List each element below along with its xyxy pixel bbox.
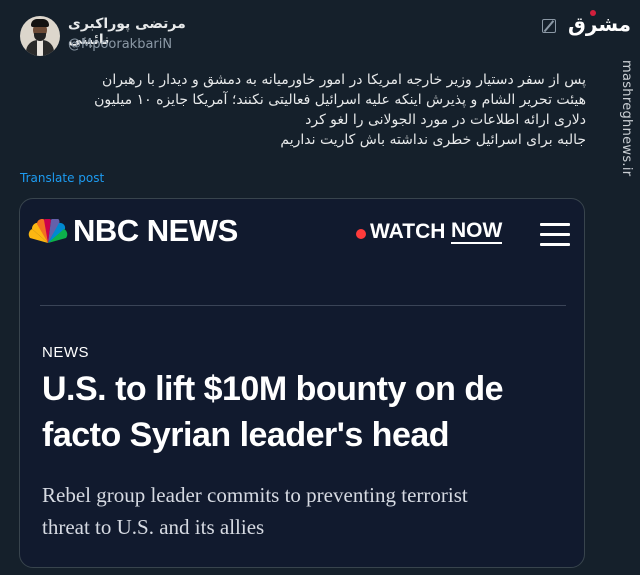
mashregh-logo: مشرق: [568, 10, 631, 42]
section-label: NEWS: [42, 344, 89, 361]
link-preview-card[interactable]: NBC NEWS WATCH NOW NEWS U.S. to lift $10…: [19, 198, 585, 568]
article-subhead: Rebel group leader commits to preventing…: [42, 479, 562, 543]
watch-label[interactable]: WATCH: [370, 220, 445, 244]
tweet-line: دلاری ارائه اطلاعات در مورد الجولانی را …: [305, 112, 586, 128]
headline-line: U.S. to lift $10M bounty on de: [42, 370, 504, 408]
subhead-line: threat to U.S. and its allies: [42, 515, 265, 539]
avatar[interactable]: [20, 16, 60, 56]
article-headline[interactable]: U.S. to lift $10M bounty on de facto Syr…: [42, 366, 562, 458]
mashregh-logo-dot: [590, 10, 596, 16]
nbc-news-wordmark: NBC NEWS: [73, 213, 238, 248]
tweet-line: پس از سفر دستیار وزیر خارجه امریکا در ام…: [102, 72, 586, 88]
card-divider: [40, 305, 566, 306]
live-dot-icon: [356, 229, 366, 239]
grok-icon[interactable]: [542, 19, 556, 33]
translate-post-link[interactable]: Translate post: [20, 171, 104, 185]
author-handle[interactable]: @MpoorakbariN: [68, 37, 172, 52]
mashregh-logo-text: مشرق: [568, 12, 632, 36]
headline-line: facto Syrian leader's head: [42, 416, 450, 454]
hamburger-menu-icon[interactable]: [540, 223, 570, 247]
now-label[interactable]: NOW: [451, 220, 503, 244]
subhead-line: Rebel group leader commits to preventing…: [42, 483, 468, 507]
tweet-header: مرتضی پوراکبری نائینی @MpoorakbariN مشرق: [0, 0, 640, 70]
nbc-peacock-icon: [28, 219, 68, 243]
author-display-name[interactable]: مرتضی پوراکبری نائینی: [68, 16, 208, 48]
site-watermark: mashreghnews.ir: [619, 60, 634, 177]
tweet-line: جالبه برای اسرائیل خطری نداشته باش کاریت…: [280, 132, 586, 148]
tweet-text: پس از سفر دستیار وزیر خارجه امریکا در ام…: [40, 70, 586, 150]
tweet-line: هیئت تحریر الشام و پذیرش اینکه علیه اسرا…: [94, 92, 586, 108]
